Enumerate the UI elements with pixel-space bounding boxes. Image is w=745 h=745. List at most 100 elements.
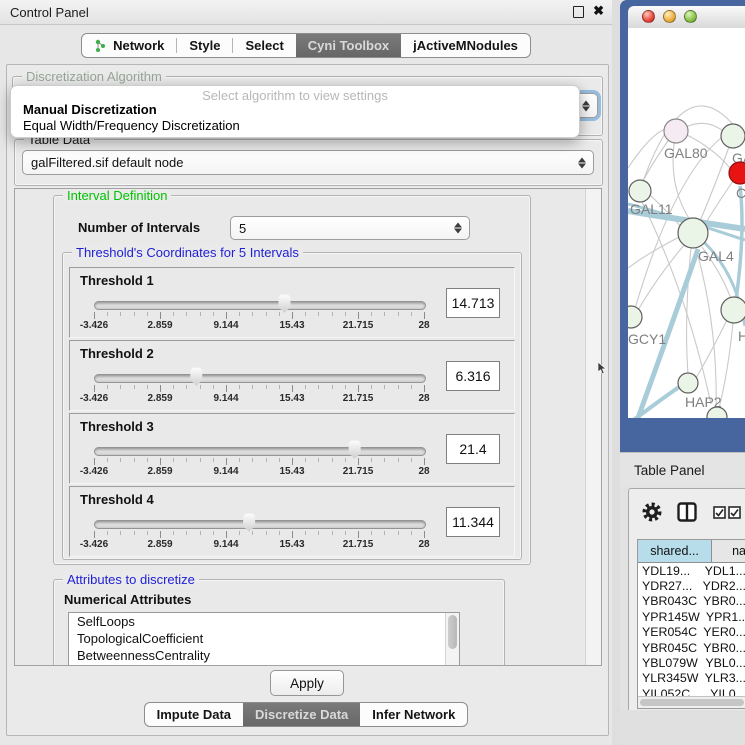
network-node-gal4[interactable] <box>678 218 708 248</box>
split-columns-icon[interactable] <box>677 502 697 522</box>
table-row[interactable]: YDR27...YDR2... <box>638 578 745 593</box>
tab-label: Select <box>245 38 283 53</box>
minimize-traffic-light-icon[interactable] <box>663 10 676 23</box>
apply-button[interactable]: Apply <box>270 670 344 696</box>
popup-item-equal-width-frequency[interactable]: Equal Width/Frequency Discretization <box>23 118 240 133</box>
column-header-shared-name[interactable]: shared... <box>638 540 712 562</box>
gear-icon[interactable] <box>641 501 663 523</box>
slider-tick-label: 28 <box>400 320 448 331</box>
threshold-slider-thumb[interactable] <box>189 367 204 386</box>
slider-tick <box>332 531 333 535</box>
tab-style[interactable]: Style <box>177 34 232 57</box>
threshold-panel-1: Threshold 1-3.4262.8599.14415.4321.71528… <box>69 267 515 338</box>
threshold-slider-thumb[interactable] <box>242 513 257 532</box>
table-row[interactable]: YBL079WYBL0... <box>638 655 745 670</box>
algorithm-group-title: Discretization Algorithm <box>22 69 166 84</box>
network-node-gal80[interactable] <box>664 119 688 143</box>
float-window-icon[interactable] <box>573 6 584 18</box>
checkbox-icon[interactable] <box>713 506 726 519</box>
attributes-group-title: Attributes to discretize <box>63 572 199 587</box>
number-of-intervals-combobox[interactable]: 5 <box>230 216 470 240</box>
slider-tick-label: -3.426 <box>70 539 118 550</box>
checkbox-icon[interactable] <box>728 506 741 519</box>
threshold-value-field[interactable]: 11.344 <box>446 507 500 537</box>
threshold-slider-thumb[interactable] <box>347 440 362 459</box>
popup-item-manual-discretization[interactable]: Manual Discretization <box>23 102 157 117</box>
table-row[interactable]: YDL19...YDL1... <box>638 563 745 578</box>
network-node-gal11[interactable] <box>629 180 651 202</box>
slider-tick-label: 9.144 <box>202 320 250 331</box>
number-of-intervals-value: 5 <box>239 221 246 236</box>
cell-shared-name: YLR345W <box>638 671 699 685</box>
network-node-gal[interactable] <box>721 124 745 148</box>
table-row[interactable]: YLR345WYLR3... <box>638 671 745 686</box>
tab-infer-network[interactable]: Infer Network <box>360 703 467 726</box>
slider-tick <box>305 385 306 389</box>
close-icon[interactable]: ✖ <box>593 3 604 19</box>
table-horizontal-scrollbar[interactable] <box>638 696 745 708</box>
slider-tick <box>239 458 240 462</box>
slider-tick <box>107 385 108 389</box>
threshold-slider-track[interactable] <box>94 374 426 383</box>
slider-tick-label: 15.43 <box>268 539 316 550</box>
table-row[interactable]: YBR043CYBR0... <box>638 594 745 609</box>
network-canvas[interactable]: GAL80GALCGAL11GAL4GCY1HHAP2 <box>628 28 745 418</box>
network-node-hap2[interactable] <box>678 373 698 393</box>
slider-tick <box>305 531 306 535</box>
table-body: YDL19...YDL1...YDR27...YDR2...YBR043CYBR… <box>638 563 745 702</box>
table-hscrollbar-thumb[interactable] <box>640 699 744 706</box>
attribute-list-item[interactable]: SelfLoops <box>69 613 459 630</box>
slider-tick <box>200 385 201 389</box>
node-attribute-table[interactable]: shared... na YDL19...YDL1...YDR27...YDR2… <box>637 539 745 709</box>
table-row[interactable]: YPR145WYPR1... <box>638 609 745 624</box>
threshold-value-field[interactable]: 6.316 <box>446 361 500 391</box>
combo-stepper-icon[interactable] <box>578 157 586 168</box>
table-row[interactable]: YER054CYER0... <box>638 625 745 640</box>
threshold-slider-track[interactable] <box>94 520 426 529</box>
network-node-label: H <box>738 328 745 344</box>
list-scrollbar[interactable] <box>445 613 459 666</box>
table-row[interactable]: YBR045CYBR0... <box>638 640 745 655</box>
tab-select[interactable]: Select <box>233 34 295 57</box>
settings-scrollpane: Interval Definition Number of Intervals … <box>14 188 602 666</box>
slider-tick-label: 28 <box>400 466 448 477</box>
tab-impute-data[interactable]: Impute Data <box>145 703 243 726</box>
tab-discretize-data[interactable]: Discretize Data <box>243 703 360 726</box>
settings-scrollbar[interactable] <box>585 189 601 665</box>
threshold-value-field[interactable]: 21.4 <box>446 434 500 464</box>
list-scrollbar-thumb[interactable] <box>448 615 457 649</box>
threshold-slider-track[interactable] <box>94 447 426 456</box>
zoom-traffic-light-icon[interactable] <box>684 10 697 23</box>
tab-cyni-toolbox[interactable]: Cyni Toolbox <box>296 34 401 57</box>
network-node-c[interactable] <box>729 162 745 184</box>
slider-tick <box>411 312 412 316</box>
threshold-slider-track[interactable] <box>94 301 426 310</box>
close-traffic-light-icon[interactable] <box>642 10 655 23</box>
panel-splitter[interactable] <box>612 0 620 745</box>
table-data-value: galFiltered.sif default node <box>31 155 183 170</box>
slider-tick <box>147 531 148 535</box>
slider-tick <box>345 385 346 389</box>
network-window-titlebar <box>628 6 745 29</box>
threshold-value-field[interactable]: 14.713 <box>446 288 500 318</box>
combo-stepper-icon[interactable] <box>454 223 462 234</box>
combo-stepper-icon[interactable] <box>582 100 590 111</box>
column-header-name[interactable]: na <box>712 540 745 562</box>
table-data-combobox[interactable]: galFiltered.sif default node <box>22 150 594 175</box>
tab-network[interactable]: Network <box>82 34 176 57</box>
network-node-h[interactable] <box>721 297 745 323</box>
table-panel: shared... na YDL19...YDL1...YDR27...YDR2… <box>628 488 745 712</box>
slider-tick-label: 2.859 <box>136 539 184 550</box>
threshold-panel-2: Threshold 2-3.4262.8599.14415.4321.71528… <box>69 340 515 411</box>
slider-tick <box>398 312 399 316</box>
network-node-gcy1[interactable] <box>628 306 642 328</box>
attribute-list-item[interactable]: BetweennessCentrality <box>69 647 459 664</box>
slider-tick <box>266 458 267 462</box>
numerical-attributes-list[interactable]: SelfLoopsTopologicalCoefficientBetweenne… <box>68 612 460 666</box>
slider-tick <box>200 458 201 462</box>
threshold-slider-thumb[interactable] <box>277 294 292 313</box>
attribute-list-item[interactable]: TopologicalCoefficient <box>69 630 459 647</box>
slider-tick <box>173 531 174 535</box>
network-node-label: GAL11 <box>630 201 673 217</box>
tab-jactivemnodules[interactable]: jActiveMNodules <box>401 34 530 57</box>
